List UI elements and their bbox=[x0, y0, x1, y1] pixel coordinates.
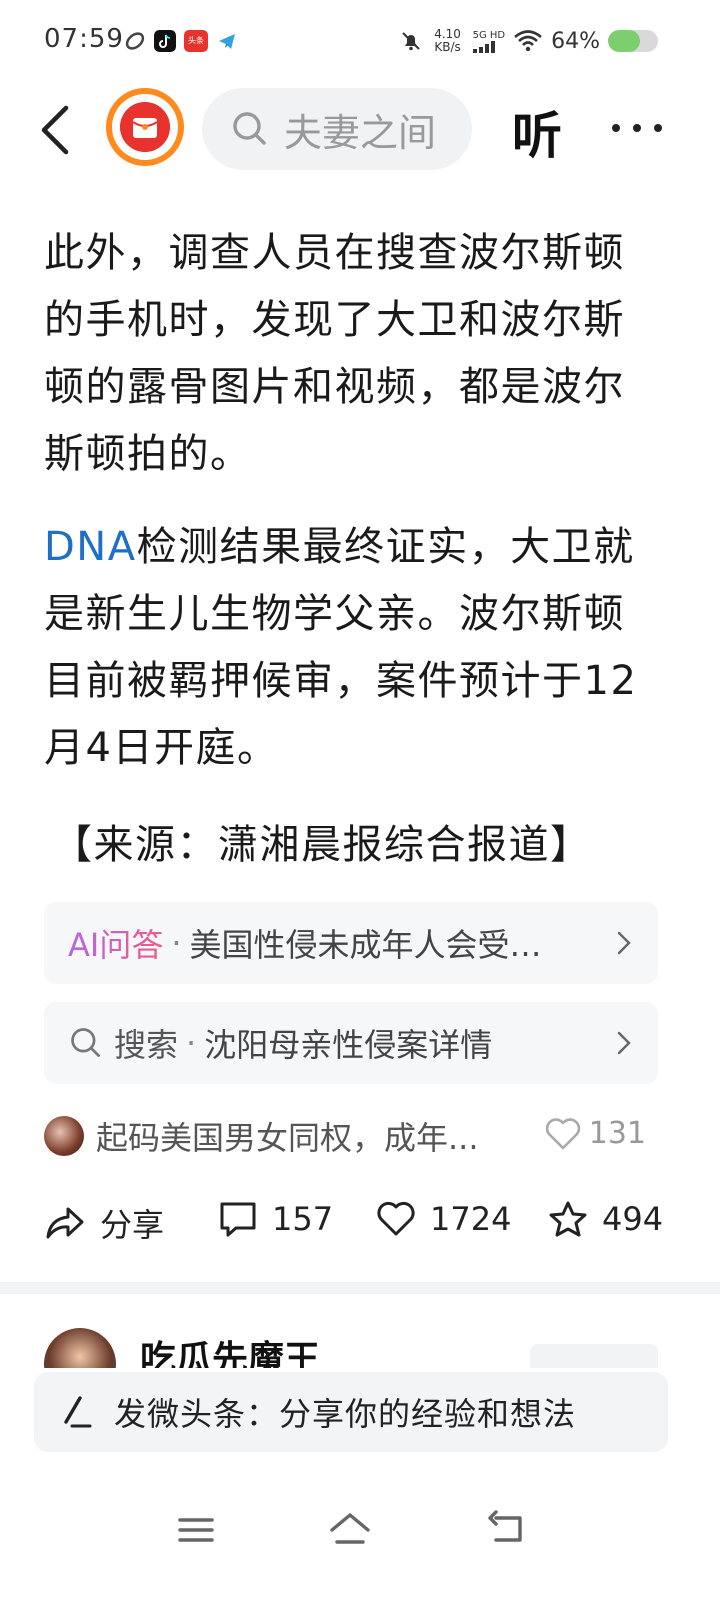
ai-qa-card[interactable]: AI问答 · 美国性侵未成年人会受… bbox=[44, 902, 658, 984]
app-logo-button[interactable] bbox=[106, 88, 184, 166]
favorite-count: 494 bbox=[602, 1200, 664, 1238]
share-icon bbox=[46, 1207, 84, 1239]
article-action-bar: 分享 157 1724 494 bbox=[44, 1200, 664, 1248]
battery-icon bbox=[608, 30, 658, 52]
cell-signal-icon bbox=[472, 40, 495, 53]
toutiao-app-icon: 头条 bbox=[184, 30, 208, 52]
share-button[interactable]: 分享 bbox=[44, 1200, 164, 1246]
wifi-icon bbox=[514, 30, 542, 52]
search-card-label: 搜索 bbox=[114, 1026, 179, 1064]
comment-like-button[interactable]: 131 bbox=[545, 1116, 646, 1151]
heart-outline-icon bbox=[545, 1117, 580, 1149]
battery-percent: 64% bbox=[551, 28, 600, 54]
like-count: 1724 bbox=[430, 1200, 512, 1238]
favorite-button[interactable]: 494 bbox=[548, 1200, 663, 1238]
comment-icon bbox=[220, 1202, 256, 1237]
link-app-icon bbox=[125, 32, 145, 50]
compose-post-bar[interactable]: 发微头条：分享你的经验和想法 bbox=[34, 1372, 668, 1452]
system-navigation-bar bbox=[0, 1490, 720, 1570]
dna-link[interactable]: DNA bbox=[44, 524, 137, 570]
ai-qa-label: AI问答 bbox=[68, 920, 163, 966]
comment-button[interactable]: 157 bbox=[218, 1200, 333, 1238]
search-query-text: 夫妻之间 bbox=[284, 110, 437, 155]
separator-dot: · bbox=[171, 924, 182, 962]
comment-like-count: 131 bbox=[588, 1116, 646, 1151]
heart-icon bbox=[377, 1201, 415, 1236]
more-options-icon[interactable] bbox=[610, 108, 664, 148]
mute-bell-icon bbox=[401, 32, 420, 51]
share-label: 分享 bbox=[100, 1206, 165, 1244]
top-nav-bar: 夫妻之间 听 bbox=[0, 88, 720, 170]
chevron-right-icon bbox=[617, 931, 631, 955]
article-paragraph: DNA检测结果最终证实，大卫就是新生儿生物学父亲。波尔斯顿目前被羁押候审，案件预… bbox=[44, 514, 664, 782]
article-source: 【来源：潇湘晨报综合报道】 bbox=[52, 822, 592, 868]
home-icon[interactable] bbox=[328, 1508, 372, 1552]
network-speed: 4.10 KB/s bbox=[431, 28, 465, 54]
star-icon bbox=[549, 1201, 587, 1237]
follow-button[interactable] bbox=[530, 1344, 658, 1368]
like-button[interactable]: 1724 bbox=[376, 1200, 511, 1238]
compose-placeholder: 发微头条：分享你的经验和想法 bbox=[114, 1395, 577, 1433]
avatar bbox=[44, 1328, 116, 1368]
chevron-right-icon bbox=[617, 1031, 631, 1055]
signal-label: 5G HD bbox=[472, 29, 506, 41]
search-bar[interactable]: 夫妻之间 bbox=[202, 88, 472, 170]
notification-icons: 头条 bbox=[124, 30, 238, 52]
search-card-query: 沈阳母亲性侵案详情 bbox=[204, 1026, 493, 1064]
app-logo-ring bbox=[112, 94, 178, 160]
commenter-avatar bbox=[44, 1116, 84, 1156]
comment-text: 起码美国男女同权，成年... bbox=[96, 1119, 479, 1157]
search-icon bbox=[233, 112, 266, 145]
article-paragraph: 此外，调查人员在搜查波尔斯顿的手机时，发现了大卫和波尔斯顿的露骨图片和视频，都是… bbox=[44, 230, 625, 477]
separator-dot: · bbox=[186, 1024, 197, 1062]
battery-fill bbox=[608, 30, 640, 52]
listen-button[interactable]: 听 bbox=[512, 96, 562, 168]
back-arrow-icon[interactable] bbox=[32, 102, 82, 158]
red-packet-icon bbox=[120, 102, 170, 152]
menu-icon[interactable] bbox=[174, 1508, 218, 1552]
back-icon[interactable] bbox=[486, 1508, 530, 1552]
top-comment-preview[interactable]: 起码美国男女同权，成年... 131 bbox=[44, 1114, 654, 1158]
status-right: 4.10 KB/s 5G HD 64% bbox=[399, 28, 658, 54]
article-body: 此外，调查人员在搜查波尔斯顿的手机时，发现了大卫和波尔斯顿的露骨图片和视频，都是… bbox=[44, 220, 664, 782]
related-search-card[interactable]: 搜索 · 沈阳母亲性侵案详情 bbox=[44, 1002, 658, 1084]
network-speed-unit: KB/s bbox=[434, 40, 461, 54]
comment-count: 157 bbox=[272, 1200, 334, 1238]
section-divider bbox=[0, 1282, 720, 1294]
next-post-avatar[interactable] bbox=[44, 1328, 116, 1368]
telegram-app-icon bbox=[219, 34, 235, 49]
tiktok-app-icon bbox=[154, 30, 176, 52]
ai-qa-question: 美国性侵未成年人会受… bbox=[189, 926, 542, 964]
next-post-author[interactable]: 吃瓜先魔王 bbox=[140, 1338, 320, 1368]
status-bar: 07:59 头条 4.10 KB/s 5G HD 64% bbox=[0, 0, 720, 88]
search-icon bbox=[71, 1028, 100, 1057]
status-time: 07:59 bbox=[44, 24, 124, 54]
pen-icon bbox=[64, 1396, 92, 1428]
